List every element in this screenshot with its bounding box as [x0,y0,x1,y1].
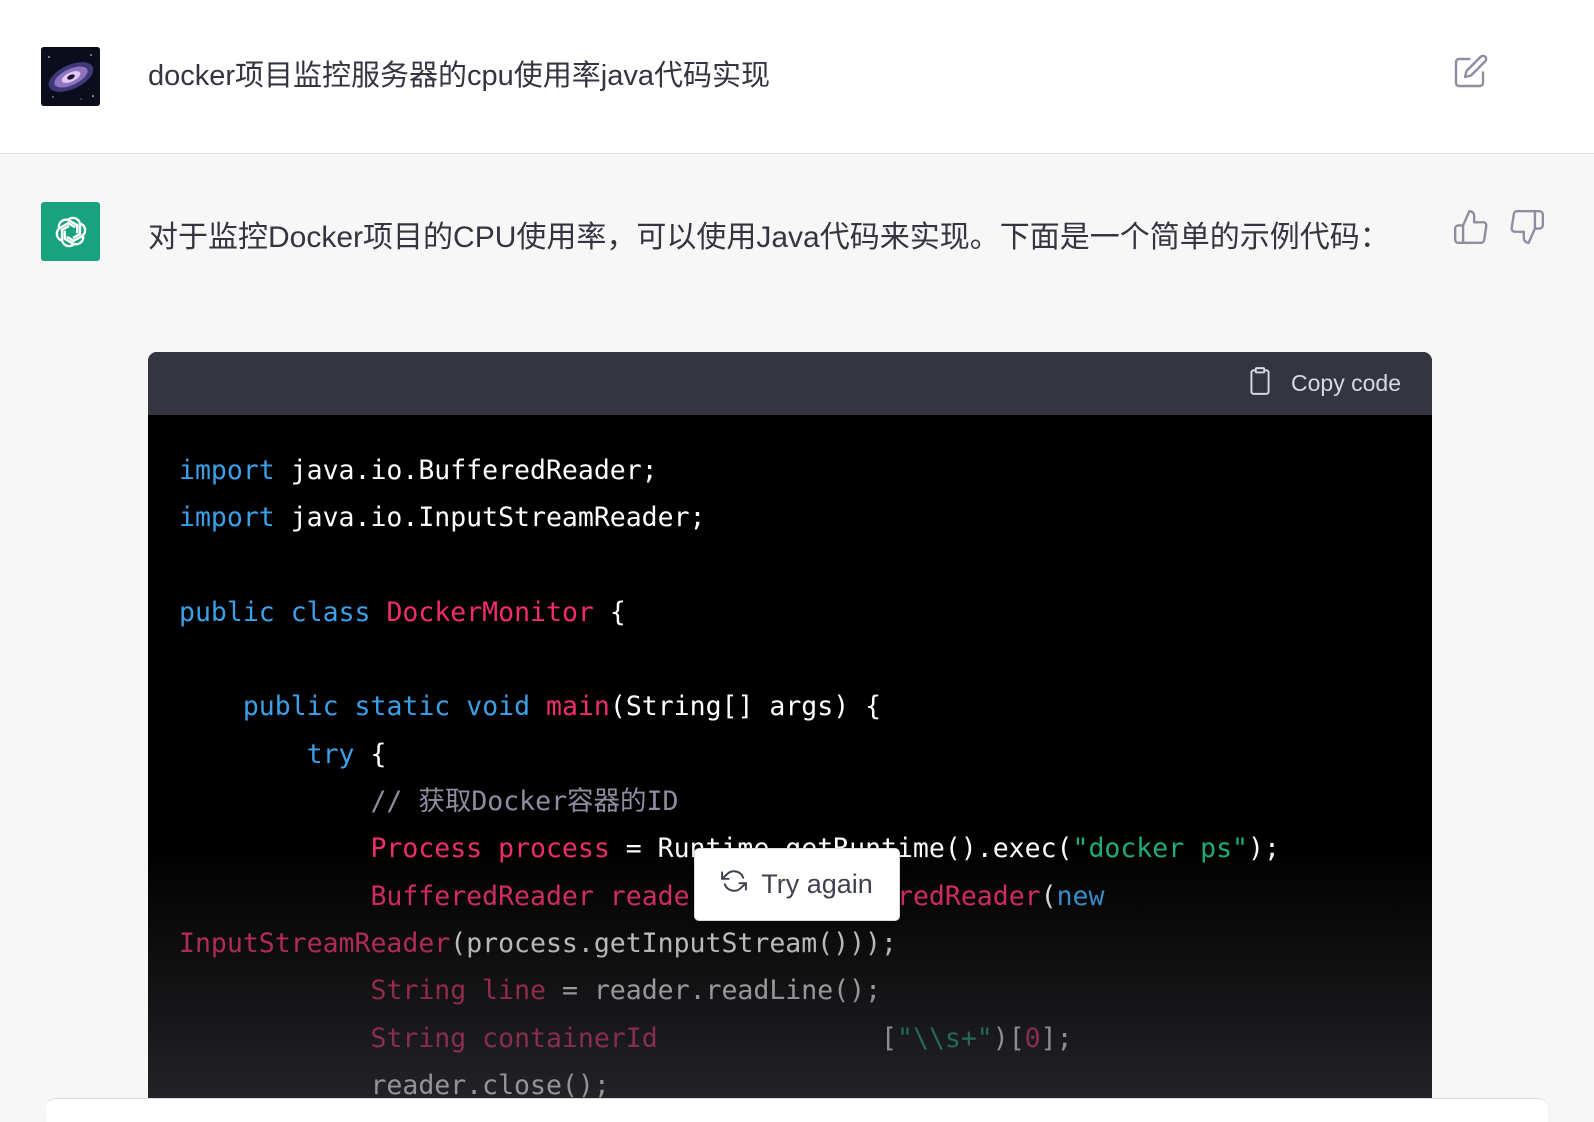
clipboard-icon [1247,366,1273,402]
code-token: ]; [1040,1022,1073,1054]
message-input-edge[interactable] [46,1098,1548,1122]
code-token: { [354,738,387,770]
user-message-row: docker项目监控服务器的cpu使用率java代码实现 [0,0,1594,154]
code-line: public static void main(String[] args) { [179,683,1432,730]
thumbs-up-icon[interactable] [1452,208,1490,246]
code-token: "docker ps" [1072,833,1248,865]
code-line: import java.io.InputStreamReader; [179,494,1432,541]
code-token: java.io.BufferedReader; [274,455,658,486]
thumbs-down-icon[interactable] [1508,208,1546,246]
code-line: String line = reader.readLine(); [179,967,1432,1014]
code-line: // 获取Docker容器的ID [179,778,1432,825]
code-token: static [354,691,451,723]
code-token: import [179,502,275,534]
code-token: class [290,596,371,628]
code-token: import [179,455,275,486]
code-block: Copy code import java.io.BufferedReader;… [148,352,1432,1122]
code-token: String [370,975,467,1007]
code-token: reader.close(); [370,1069,610,1101]
code-token: (process.getInputStream())); [450,927,897,959]
code-token: public [242,691,339,723]
code-content: import java.io.BufferedReader; import jav… [148,415,1432,1109]
code-token: // 获取Docker容器的ID [370,786,679,818]
code-token: new [1056,880,1105,912]
assistant-message-row: 对于监控Docker项目的CPU使用率，可以使用Java代码来实现。下面是一个简… [0,155,1594,1122]
code-token: containerId [482,1022,658,1054]
code-token: BufferedReader [370,880,594,912]
code-token: = reader.readLine(); [545,975,882,1007]
try-again-button[interactable]: Try again [694,848,900,921]
code-token: line [482,975,546,1007]
openai-logo-icon [41,202,100,261]
try-again-label: Try again [761,869,873,899]
code-line: public class DockerMonitor { [179,589,1432,636]
code-line: try { [179,731,1432,778]
code-token: public [179,596,275,628]
code-token: String [370,1022,467,1054]
user-message-text: docker项目监控服务器的cpu使用率java代码实现 [148,60,770,92]
code-token: try [306,738,355,770]
code-line: InputStreamReader(process.getInputStream… [179,920,1432,967]
code-token: 0 [1024,1022,1041,1054]
copy-code-label: Copy code [1291,370,1401,396]
code-block-header: Copy code [148,352,1432,415]
user-avatar [41,47,100,106]
copy-code-button[interactable]: Copy code [1247,352,1401,415]
code-token: (String[] args) { [609,691,882,723]
code-token: DockerMonitor [386,596,594,628]
code-line: import java.io.BufferedReader; [179,447,1432,494]
code-token: void [466,691,531,723]
code-token: main [546,691,610,723]
code-token: java.io.InputStreamReader; [274,502,706,534]
code-token: process [498,833,610,865]
code-token: )[ [992,1022,1025,1054]
code-token: ); [1247,833,1280,865]
code-token: { [593,596,626,628]
code-line: String containerId ["\\s+")[0]; [179,1015,1432,1062]
edit-icon[interactable] [1453,53,1489,89]
code-token: Process [370,833,483,865]
code-token: reader [609,880,706,912]
code-token: ( [1040,880,1057,912]
assistant-intro-text: 对于监控Docker项目的CPU使用率，可以使用Java代码来实现。下面是一个简… [148,221,1390,254]
refresh-icon [721,868,748,901]
code-token: [ [881,1022,897,1054]
code-token: InputStreamReader [179,927,451,959]
code-token: "\\s+" [897,1022,993,1054]
